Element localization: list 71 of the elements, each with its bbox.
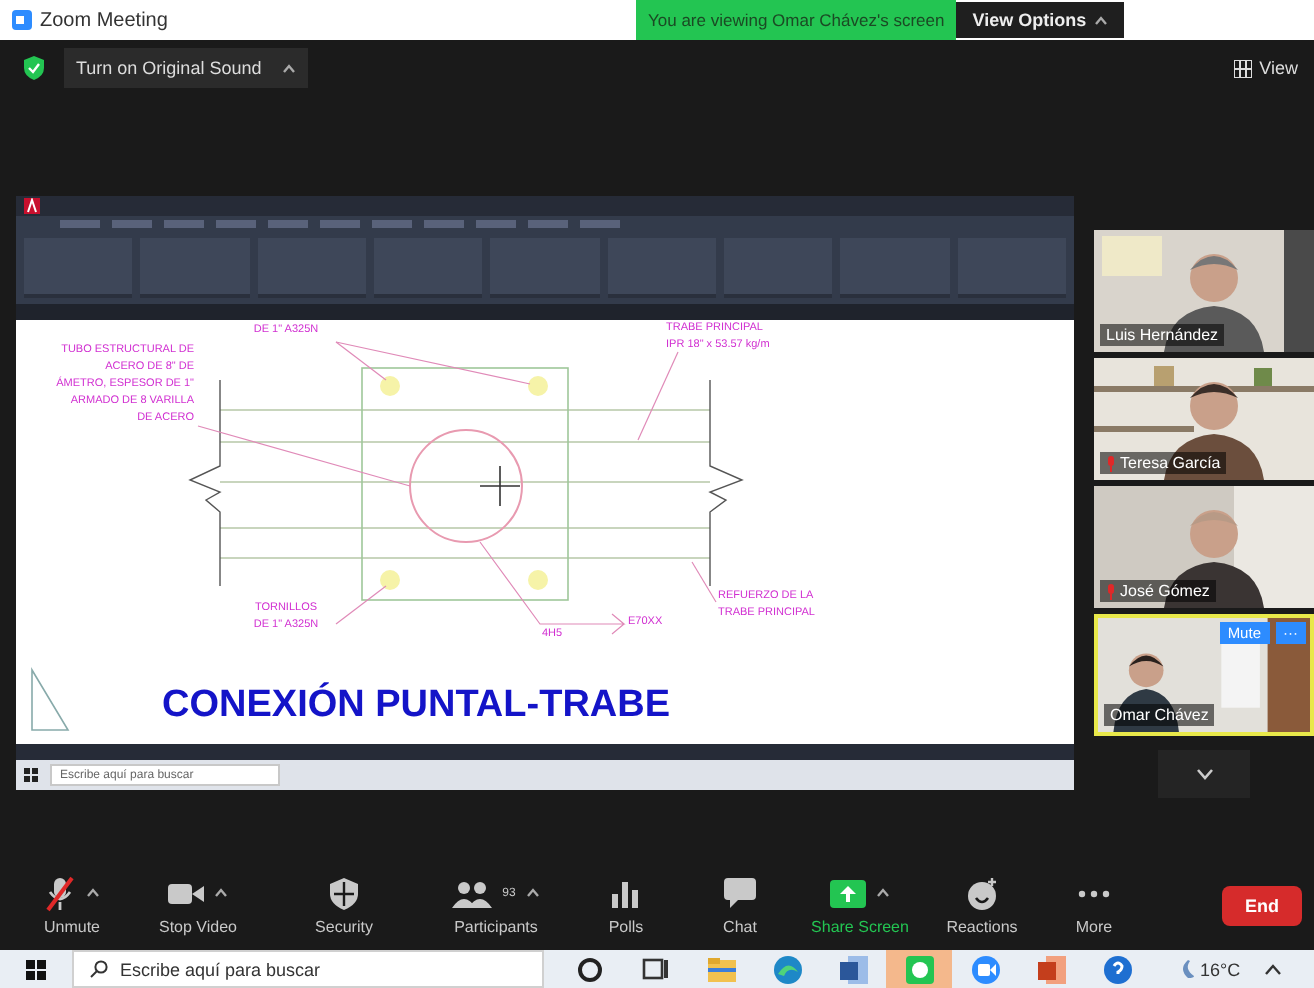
leader-line bbox=[691, 561, 717, 603]
search-icon bbox=[90, 960, 108, 978]
share-screen-icon bbox=[830, 879, 866, 907]
document-icon bbox=[837, 953, 869, 985]
moon-icon bbox=[1178, 960, 1194, 978]
chevron-down-icon bbox=[1195, 768, 1213, 780]
windows-logo-icon bbox=[24, 768, 38, 782]
ribbon-panel bbox=[723, 238, 833, 298]
ribbon-panel bbox=[957, 238, 1066, 298]
participant-name: Luis Hernández bbox=[1100, 324, 1225, 346]
caret-icon[interactable] bbox=[1094, 15, 1109, 25]
windows-logo-icon[interactable] bbox=[26, 959, 46, 979]
ribbon-panel bbox=[140, 238, 250, 298]
search-field[interactable]: Escribe aquí para buscar bbox=[72, 950, 544, 988]
caret-icon[interactable] bbox=[525, 888, 540, 898]
leader-line bbox=[335, 585, 387, 625]
chat-app-icon bbox=[903, 953, 935, 985]
video-app-icon bbox=[969, 953, 1001, 985]
view-button[interactable]: View bbox=[1259, 58, 1298, 78]
toolbar-button[interactable]: Stop Video bbox=[132, 875, 264, 935]
caret-icon[interactable] bbox=[86, 888, 100, 898]
chevron-up-icon[interactable] bbox=[1264, 963, 1283, 975]
window-title: Zoom Meeting bbox=[40, 9, 168, 31]
participant-name: Omar Chávez bbox=[1104, 704, 1215, 726]
ribbon-panel bbox=[257, 238, 366, 298]
camera-logo-icon bbox=[12, 10, 32, 30]
toolbar-button[interactable]: Share Screen bbox=[796, 875, 924, 935]
smiley-icon bbox=[966, 877, 998, 909]
ribbon-panel bbox=[373, 238, 483, 298]
ribbon-panel bbox=[840, 238, 950, 298]
more-dots-icon bbox=[1078, 889, 1110, 897]
video-camera-icon bbox=[168, 881, 204, 905]
browser-icon bbox=[771, 953, 803, 985]
video-tile[interactable]: Luis Hernández bbox=[1094, 230, 1314, 352]
drawing-title: CONEXIÓN PUNTAL-TRABE bbox=[162, 684, 671, 726]
ucs-icon bbox=[31, 667, 70, 731]
circle-icon bbox=[573, 953, 605, 985]
participant-name: José Gómez bbox=[1100, 580, 1216, 602]
leader-line bbox=[637, 351, 679, 441]
view-options-button[interactable]: View Options bbox=[956, 2, 1125, 38]
caret-icon[interactable] bbox=[281, 63, 296, 73]
toolbar-button[interactable]: Polls bbox=[568, 875, 684, 935]
caret-icon[interactable] bbox=[876, 888, 890, 898]
ribbon-panel bbox=[24, 238, 133, 298]
app-logo-icon bbox=[24, 198, 40, 214]
toolbar-button[interactable]: Chat bbox=[684, 875, 796, 935]
presentation-icon bbox=[1035, 953, 1067, 985]
grid-icon bbox=[1233, 59, 1252, 77]
toolbar-button[interactable]: More bbox=[1040, 875, 1148, 935]
video-tile[interactable]: Teresa García bbox=[1094, 358, 1314, 480]
folder-icon bbox=[705, 953, 737, 985]
toolbar-button[interactable]: Reactions bbox=[924, 875, 1040, 935]
screen-share-banner: You are viewing Omar Chávez's screen bbox=[636, 0, 957, 40]
bar-chart-icon bbox=[612, 879, 640, 907]
toolbar-button[interactable]: Security bbox=[264, 875, 424, 935]
caret-icon[interactable] bbox=[214, 888, 228, 898]
help-icon bbox=[1101, 953, 1133, 985]
chat-bubble-icon bbox=[724, 878, 756, 908]
video-tile[interactable]: José Gómez bbox=[1094, 486, 1314, 608]
end-button[interactable]: End bbox=[1222, 885, 1302, 925]
people-icon bbox=[452, 879, 493, 907]
shield-icon bbox=[330, 877, 358, 909]
search-placeholder: Escribe aquí para buscar bbox=[120, 959, 321, 979]
ribbon-panel bbox=[490, 238, 600, 298]
toolbar-button[interactable]: Unmute bbox=[12, 875, 132, 935]
shield-check-icon bbox=[24, 56, 44, 80]
task-view-icon bbox=[639, 953, 671, 985]
temperature: 16°C bbox=[1200, 959, 1241, 979]
participant-name: Teresa García bbox=[1100, 452, 1227, 474]
original-sound-button[interactable]: Turn on Original Sound bbox=[64, 48, 308, 88]
ribbon-panel bbox=[607, 238, 716, 298]
